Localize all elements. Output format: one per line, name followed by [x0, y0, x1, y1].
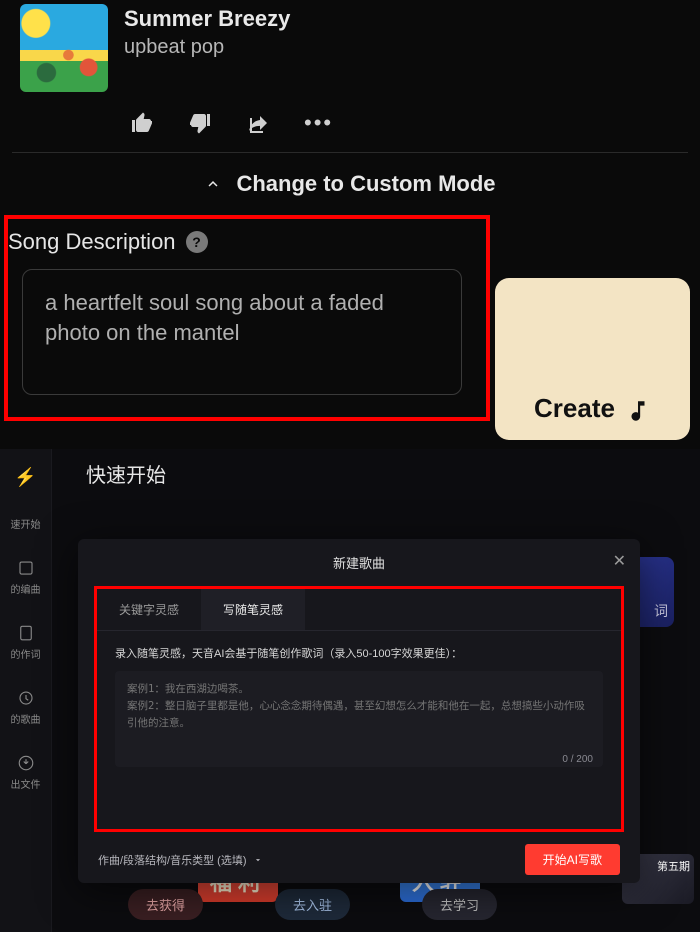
- rail-item-arrange[interactable]: 的编曲: [11, 559, 41, 596]
- song-subtitle: upbeat pop: [124, 36, 290, 59]
- custom-mode-toggle[interactable]: Change to Custom Mode: [12, 167, 688, 215]
- divider: [12, 152, 688, 153]
- pill-join[interactable]: 去入驻: [275, 889, 350, 920]
- modal-tabs: 关键字灵感 写随笔灵感: [97, 589, 621, 631]
- modal-highlight: 关键字灵感 写随笔灵感 录入随笔灵感，天音AI会基于随笔创作歌词（录入50-10…: [94, 586, 624, 832]
- song-title: Summer Breezy: [124, 6, 290, 32]
- bottom-app: ⚡ 速开始 的编曲 的作词 的歌曲 出文件 快速开始 词 福利 入驻 第五期 去…: [0, 449, 700, 932]
- tab-essay[interactable]: 写随笔灵感: [201, 589, 305, 630]
- create-button[interactable]: Create: [495, 278, 690, 440]
- custom-mode-label: Change to Custom Mode: [236, 171, 495, 197]
- create-label: Create: [534, 393, 615, 424]
- start-ai-button[interactable]: 开始AI写歌: [525, 844, 620, 875]
- section-title: Song Description: [8, 229, 176, 255]
- rail-item-songs[interactable]: 的歌曲: [11, 689, 41, 726]
- tab-keyword[interactable]: 关键字灵感: [97, 589, 201, 630]
- rail-item-lyrics[interactable]: 的作词: [11, 624, 41, 661]
- char-counter: 0 / 200: [115, 754, 603, 765]
- pill-learn[interactable]: 去学习: [422, 889, 497, 920]
- rail-item-quickstart[interactable]: 速开始: [11, 516, 41, 531]
- help-icon[interactable]: ?: [186, 231, 208, 253]
- chevron-up-icon: [204, 175, 222, 193]
- bottom-pills: 去获得 去入驻 去学习: [128, 889, 497, 920]
- song-actions: •••: [12, 94, 688, 146]
- bolt-icon[interactable]: ⚡: [14, 467, 36, 488]
- thumbs-up-icon[interactable]: [130, 111, 154, 135]
- more-icon[interactable]: •••: [304, 110, 333, 136]
- modal-description: 录入随笔灵感，天音AI会基于随笔创作歌词（录入50-100字效果更佳）：: [115, 645, 603, 661]
- essay-input[interactable]: [115, 671, 603, 767]
- share-icon[interactable]: [246, 111, 270, 135]
- new-song-modal: 新建歌曲 ✕ 关键字灵感 写随笔灵感 录入随笔灵感，天音AI会基于随笔创作歌词（…: [78, 539, 640, 883]
- advanced-options-toggle[interactable]: 作曲/段落结构/音乐类型 (选填): [98, 852, 263, 868]
- album-art[interactable]: [20, 4, 108, 92]
- modal-title: 新建歌曲 ✕: [78, 539, 640, 586]
- quick-start-title: 快速开始: [86, 459, 166, 488]
- thumbs-down-icon[interactable]: [188, 111, 212, 135]
- side-rail: ⚡ 速开始 的编曲 的作词 的歌曲 出文件: [0, 449, 52, 932]
- chevron-down-icon: [253, 855, 263, 865]
- music-note-icon: [625, 398, 651, 424]
- close-icon[interactable]: ✕: [613, 551, 626, 571]
- rail-item-export[interactable]: 出文件: [11, 754, 41, 791]
- song-description-input[interactable]: a heartfelt soul song about a faded phot…: [22, 269, 462, 395]
- pill-get[interactable]: 去获得: [128, 889, 203, 920]
- song-header: Summer Breezy upbeat pop: [12, 0, 688, 94]
- song-description-section: Song Description ? a heartfelt soul song…: [4, 215, 490, 421]
